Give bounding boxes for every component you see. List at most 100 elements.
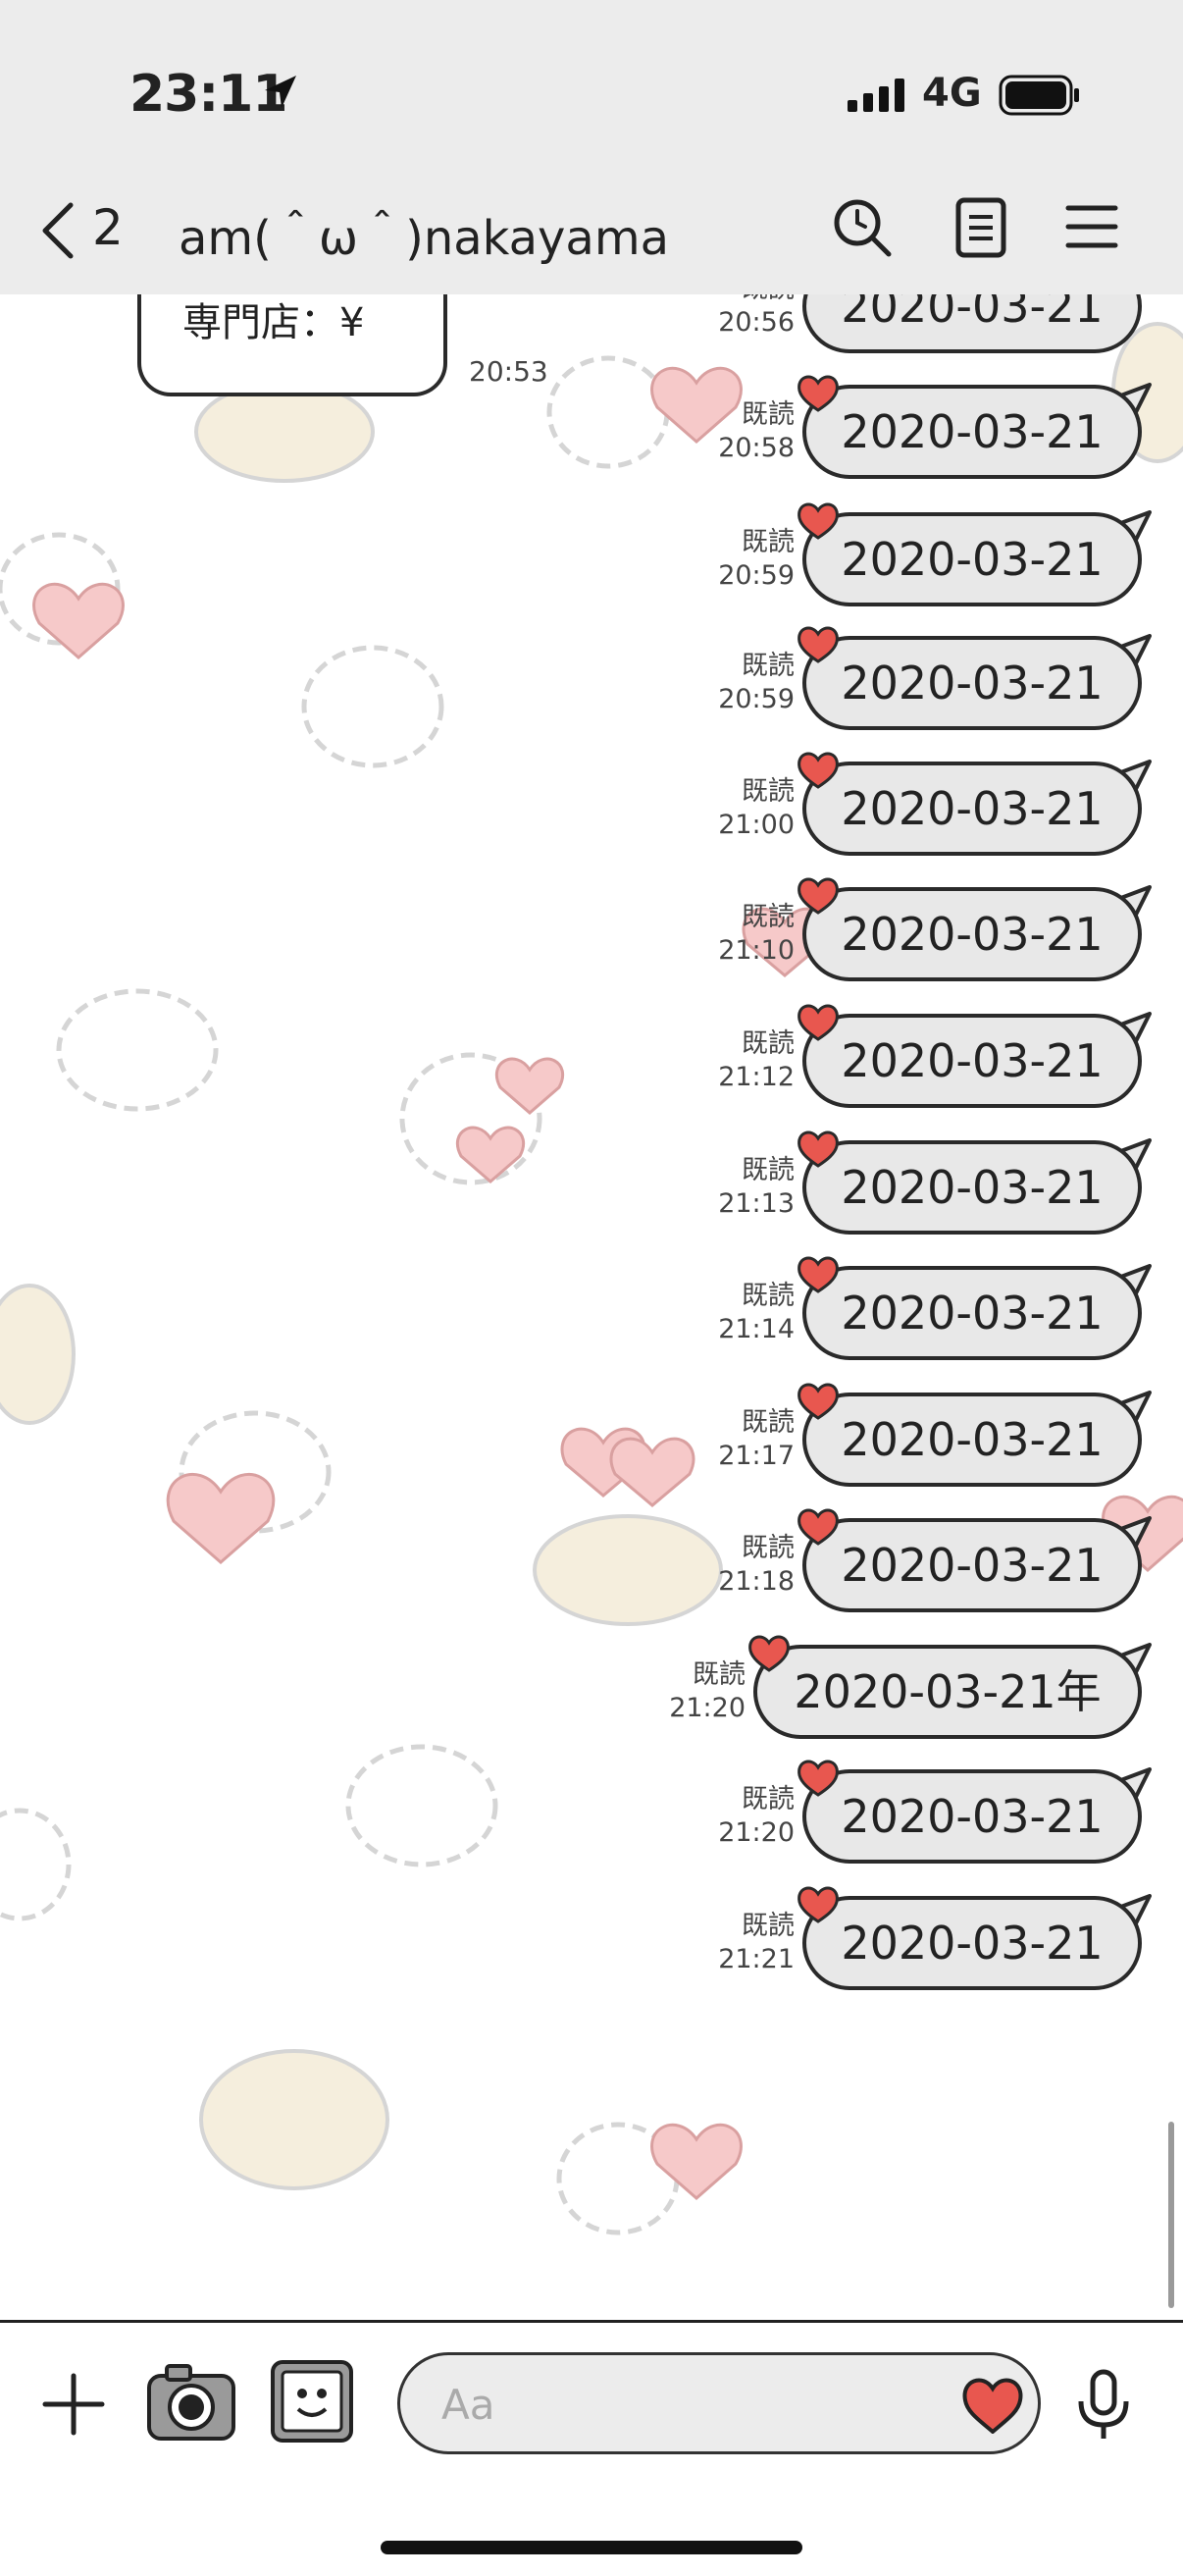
outgoing-message-row: 既読 21:10 2020-03-21	[0, 877, 1183, 989]
read-receipt: 既読	[742, 651, 795, 681]
outgoing-message-row: 既読 21:18 2020-03-21	[0, 1508, 1183, 1620]
outgoing-message-row: 既読 21:17 2020-03-21	[0, 1383, 1183, 1495]
microphone-icon[interactable]	[1075, 2368, 1132, 2446]
message-meta: 既読 21:10	[685, 901, 795, 968]
message-time: 21:10	[718, 935, 795, 966]
outgoing-message-bubble[interactable]: 2020-03-21	[802, 1896, 1142, 1990]
heart-icon	[797, 502, 839, 540]
message-time: 21:17	[718, 1441, 795, 1471]
notes-icon[interactable]	[955, 197, 1006, 262]
read-receipt: 既読	[685, 294, 795, 306]
message-time: 21:14	[718, 1314, 795, 1344]
plus-icon[interactable]	[41, 2372, 106, 2441]
outgoing-message-row: 既読 20:58 2020-03-21	[0, 375, 1183, 487]
battery-icon	[999, 75, 1081, 120]
message-input-placeholder: Aa	[441, 2381, 495, 2429]
read-receipt: 既読	[742, 527, 795, 557]
heart-icon	[797, 752, 839, 789]
outgoing-message-row: 既読 20:59 2020-03-21	[0, 626, 1183, 738]
search-icon[interactable]	[832, 197, 893, 262]
read-receipt: 既読	[742, 1281, 795, 1311]
read-receipt: 既読	[742, 776, 795, 807]
scrollbar[interactable]	[1168, 2122, 1174, 2308]
heart-icon	[797, 1130, 839, 1168]
heart-icon	[797, 1383, 839, 1420]
heart-icon	[797, 1256, 839, 1293]
message-meta: 既読 21:12	[685, 1027, 795, 1094]
read-receipt: 既読	[742, 1533, 795, 1563]
message-meta: 既読 20:59	[685, 650, 795, 716]
message-time: 21:21	[718, 1944, 795, 1974]
outgoing-message-bubble[interactable]: 2020-03-21	[802, 887, 1142, 981]
outgoing-message-row: 既読 21:20 2020-03-21年	[0, 1635, 1183, 1747]
outgoing-message-row: 既読 21:20 2020-03-21	[0, 1760, 1183, 1871]
heart-icon	[797, 375, 839, 412]
message-time: 21:12	[718, 1062, 795, 1092]
outgoing-message-bubble[interactable]: 2020-03-21	[802, 1769, 1142, 1864]
back-chevron-icon[interactable]	[37, 201, 77, 264]
message-meta: 既読 21:21	[685, 1910, 795, 1976]
outgoing-message-bubble[interactable]: 2020-03-21	[802, 762, 1142, 856]
read-receipt: 既読	[742, 1155, 795, 1185]
message-meta: 既読 21:00	[685, 775, 795, 842]
heart-icon	[797, 1886, 839, 1923]
read-receipt: 既読	[742, 1784, 795, 1814]
outgoing-message-bubble[interactable]: 2020-03-21	[802, 294, 1142, 353]
outgoing-message-row: 既読 21:12 2020-03-21	[0, 1004, 1183, 1116]
message-time: 20:59	[718, 560, 795, 591]
read-receipt: 既読	[742, 399, 795, 430]
menu-icon[interactable]	[1065, 203, 1118, 254]
read-receipt: 既読	[742, 1407, 795, 1438]
outgoing-message-bubble[interactable]: 2020-03-21年	[753, 1645, 1142, 1739]
heart-icon	[748, 1635, 790, 1672]
message-time: 21:00	[718, 810, 795, 840]
message-time: 21:20	[669, 1693, 746, 1723]
signal-icon	[848, 79, 908, 116]
outgoing-message-row: 既読 21:14 2020-03-21	[0, 1256, 1183, 1368]
message-input[interactable]: Aa	[397, 2352, 1041, 2454]
heart-icon	[797, 626, 839, 663]
heart-icon	[797, 1004, 839, 1041]
camera-icon[interactable]	[145, 2360, 237, 2448]
message-meta: 既読20:56	[685, 294, 795, 340]
read-receipt: 既読	[742, 1028, 795, 1059]
outgoing-message-row: 既読20:562020-03-21	[0, 294, 1183, 361]
message-meta: 既読 21:18	[685, 1532, 795, 1599]
outgoing-message-bubble[interactable]: 2020-03-21	[802, 636, 1142, 730]
outgoing-message-bubble[interactable]: 2020-03-21	[802, 1518, 1142, 1612]
outgoing-message-bubble[interactable]: 2020-03-21	[802, 512, 1142, 606]
home-indicator	[381, 2541, 802, 2554]
heart-icon	[797, 1508, 839, 1546]
outgoing-message-bubble[interactable]: 2020-03-21	[802, 1140, 1142, 1235]
read-receipt: 既読	[742, 1911, 795, 1941]
read-receipt: 既読	[693, 1659, 746, 1690]
message-meta: 既読 20:59	[685, 526, 795, 593]
outgoing-message-row: 既読 21:21 2020-03-21	[0, 1886, 1183, 1998]
message-meta: 既読 20:58	[685, 398, 795, 465]
outgoing-message-bubble[interactable]: 2020-03-21	[802, 1266, 1142, 1360]
heart-icon	[797, 877, 839, 915]
message-time: 21:13	[718, 1188, 795, 1219]
chat-area[interactable]: イオン：¥ 専門店：¥ 20:53 既読20:552020-03-21既読20:…	[0, 294, 1183, 2320]
message-meta: 既読 21:20	[636, 1658, 746, 1725]
unread-count[interactable]: 2	[92, 199, 124, 256]
outgoing-message-bubble[interactable]: 2020-03-21	[802, 385, 1142, 479]
read-receipt: 既読	[742, 902, 795, 932]
outgoing-message-bubble[interactable]: 2020-03-21	[802, 1014, 1142, 1108]
outgoing-message-row: 既読 21:00 2020-03-21	[0, 752, 1183, 864]
message-time: 20:56	[718, 307, 795, 338]
message-time: 20:58	[718, 433, 795, 463]
message-meta: 既読 21:17	[685, 1406, 795, 1473]
outgoing-message-row: 既読 21:13 2020-03-21	[0, 1130, 1183, 1242]
outgoing-message-bubble[interactable]: 2020-03-21	[802, 1393, 1142, 1487]
input-bar: Aa	[0, 2320, 1183, 2576]
message-time: 21:20	[718, 1817, 795, 1848]
heart-icon	[797, 1760, 839, 1797]
message-meta: 既読 21:14	[685, 1280, 795, 1346]
image-icon[interactable]	[269, 2358, 355, 2448]
heart-sticker-icon[interactable]	[961, 2377, 1024, 2438]
chat-header: 2 am(＾ω＾)nakayama	[0, 162, 1183, 294]
chat-title: am(＾ω＾)nakayama	[179, 211, 670, 266]
message-time: 20:59	[718, 684, 795, 714]
message-meta: 既読 21:13	[685, 1154, 795, 1221]
